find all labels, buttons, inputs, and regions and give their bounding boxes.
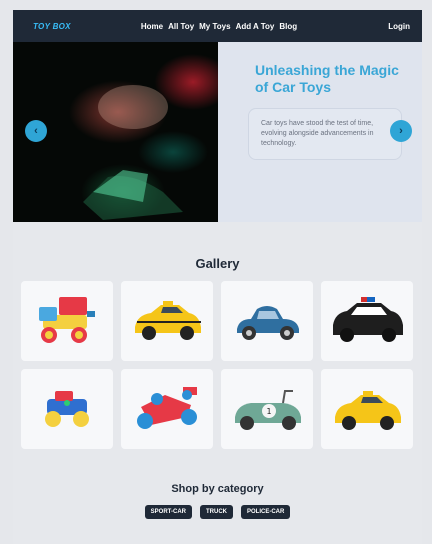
yellow-taxi-2[interactable]: [321, 369, 413, 449]
category-tabs: SPORT-CAR TRUCK POLICE-CAR: [13, 505, 422, 519]
page: TOY BOX Home All Toy My Toys Add A Toy B…: [13, 10, 422, 544]
gallery-title: Gallery: [195, 256, 240, 271]
navbar: TOY BOX Home All Toy My Toys Add A Toy B…: [13, 10, 422, 42]
chevron-right-icon[interactable]: ›: [390, 120, 412, 142]
tab-truck[interactable]: TRUCK: [200, 505, 233, 519]
svg-text:1: 1: [266, 407, 271, 416]
red-race-car[interactable]: [121, 369, 213, 449]
nav-my-toys[interactable]: My Toys: [199, 22, 230, 31]
nav-home[interactable]: Home: [141, 22, 163, 31]
hero-title: Unleashing the Magic of Car Toys: [255, 62, 399, 95]
tab-sport-car[interactable]: SPORT-CAR: [144, 505, 192, 519]
chevron-left-icon[interactable]: ‹: [25, 120, 47, 142]
blue-toy-car[interactable]: [21, 369, 113, 449]
gallery-grid: 1: [13, 281, 422, 449]
nav-add-toy[interactable]: Add A Toy: [236, 22, 275, 31]
logo[interactable]: TOY BOX: [33, 22, 71, 31]
green-racer-car[interactable]: 1: [221, 369, 313, 449]
nav-menu: Home All Toy My Toys Add A Toy Blog: [141, 22, 297, 31]
login-button[interactable]: Login: [388, 22, 410, 31]
nav-blog[interactable]: Blog: [279, 22, 297, 31]
category-title: Shop by category: [171, 483, 264, 495]
yellow-taxi[interactable]: [121, 281, 213, 361]
blue-vintage-car[interactable]: [221, 281, 313, 361]
hero-description-card: Car toys have stood the test of time, ev…: [248, 108, 402, 160]
police-car[interactable]: [321, 281, 413, 361]
nav-all-toy[interactable]: All Toy: [168, 22, 194, 31]
hero-carousel: Unleashing the Magic of Car Toys Car toy…: [13, 42, 422, 222]
hero-description: Car toys have stood the test of time, ev…: [261, 120, 374, 147]
dump-truck-toy[interactable]: [21, 281, 113, 361]
tab-police-car[interactable]: POLICE-CAR: [241, 505, 291, 519]
